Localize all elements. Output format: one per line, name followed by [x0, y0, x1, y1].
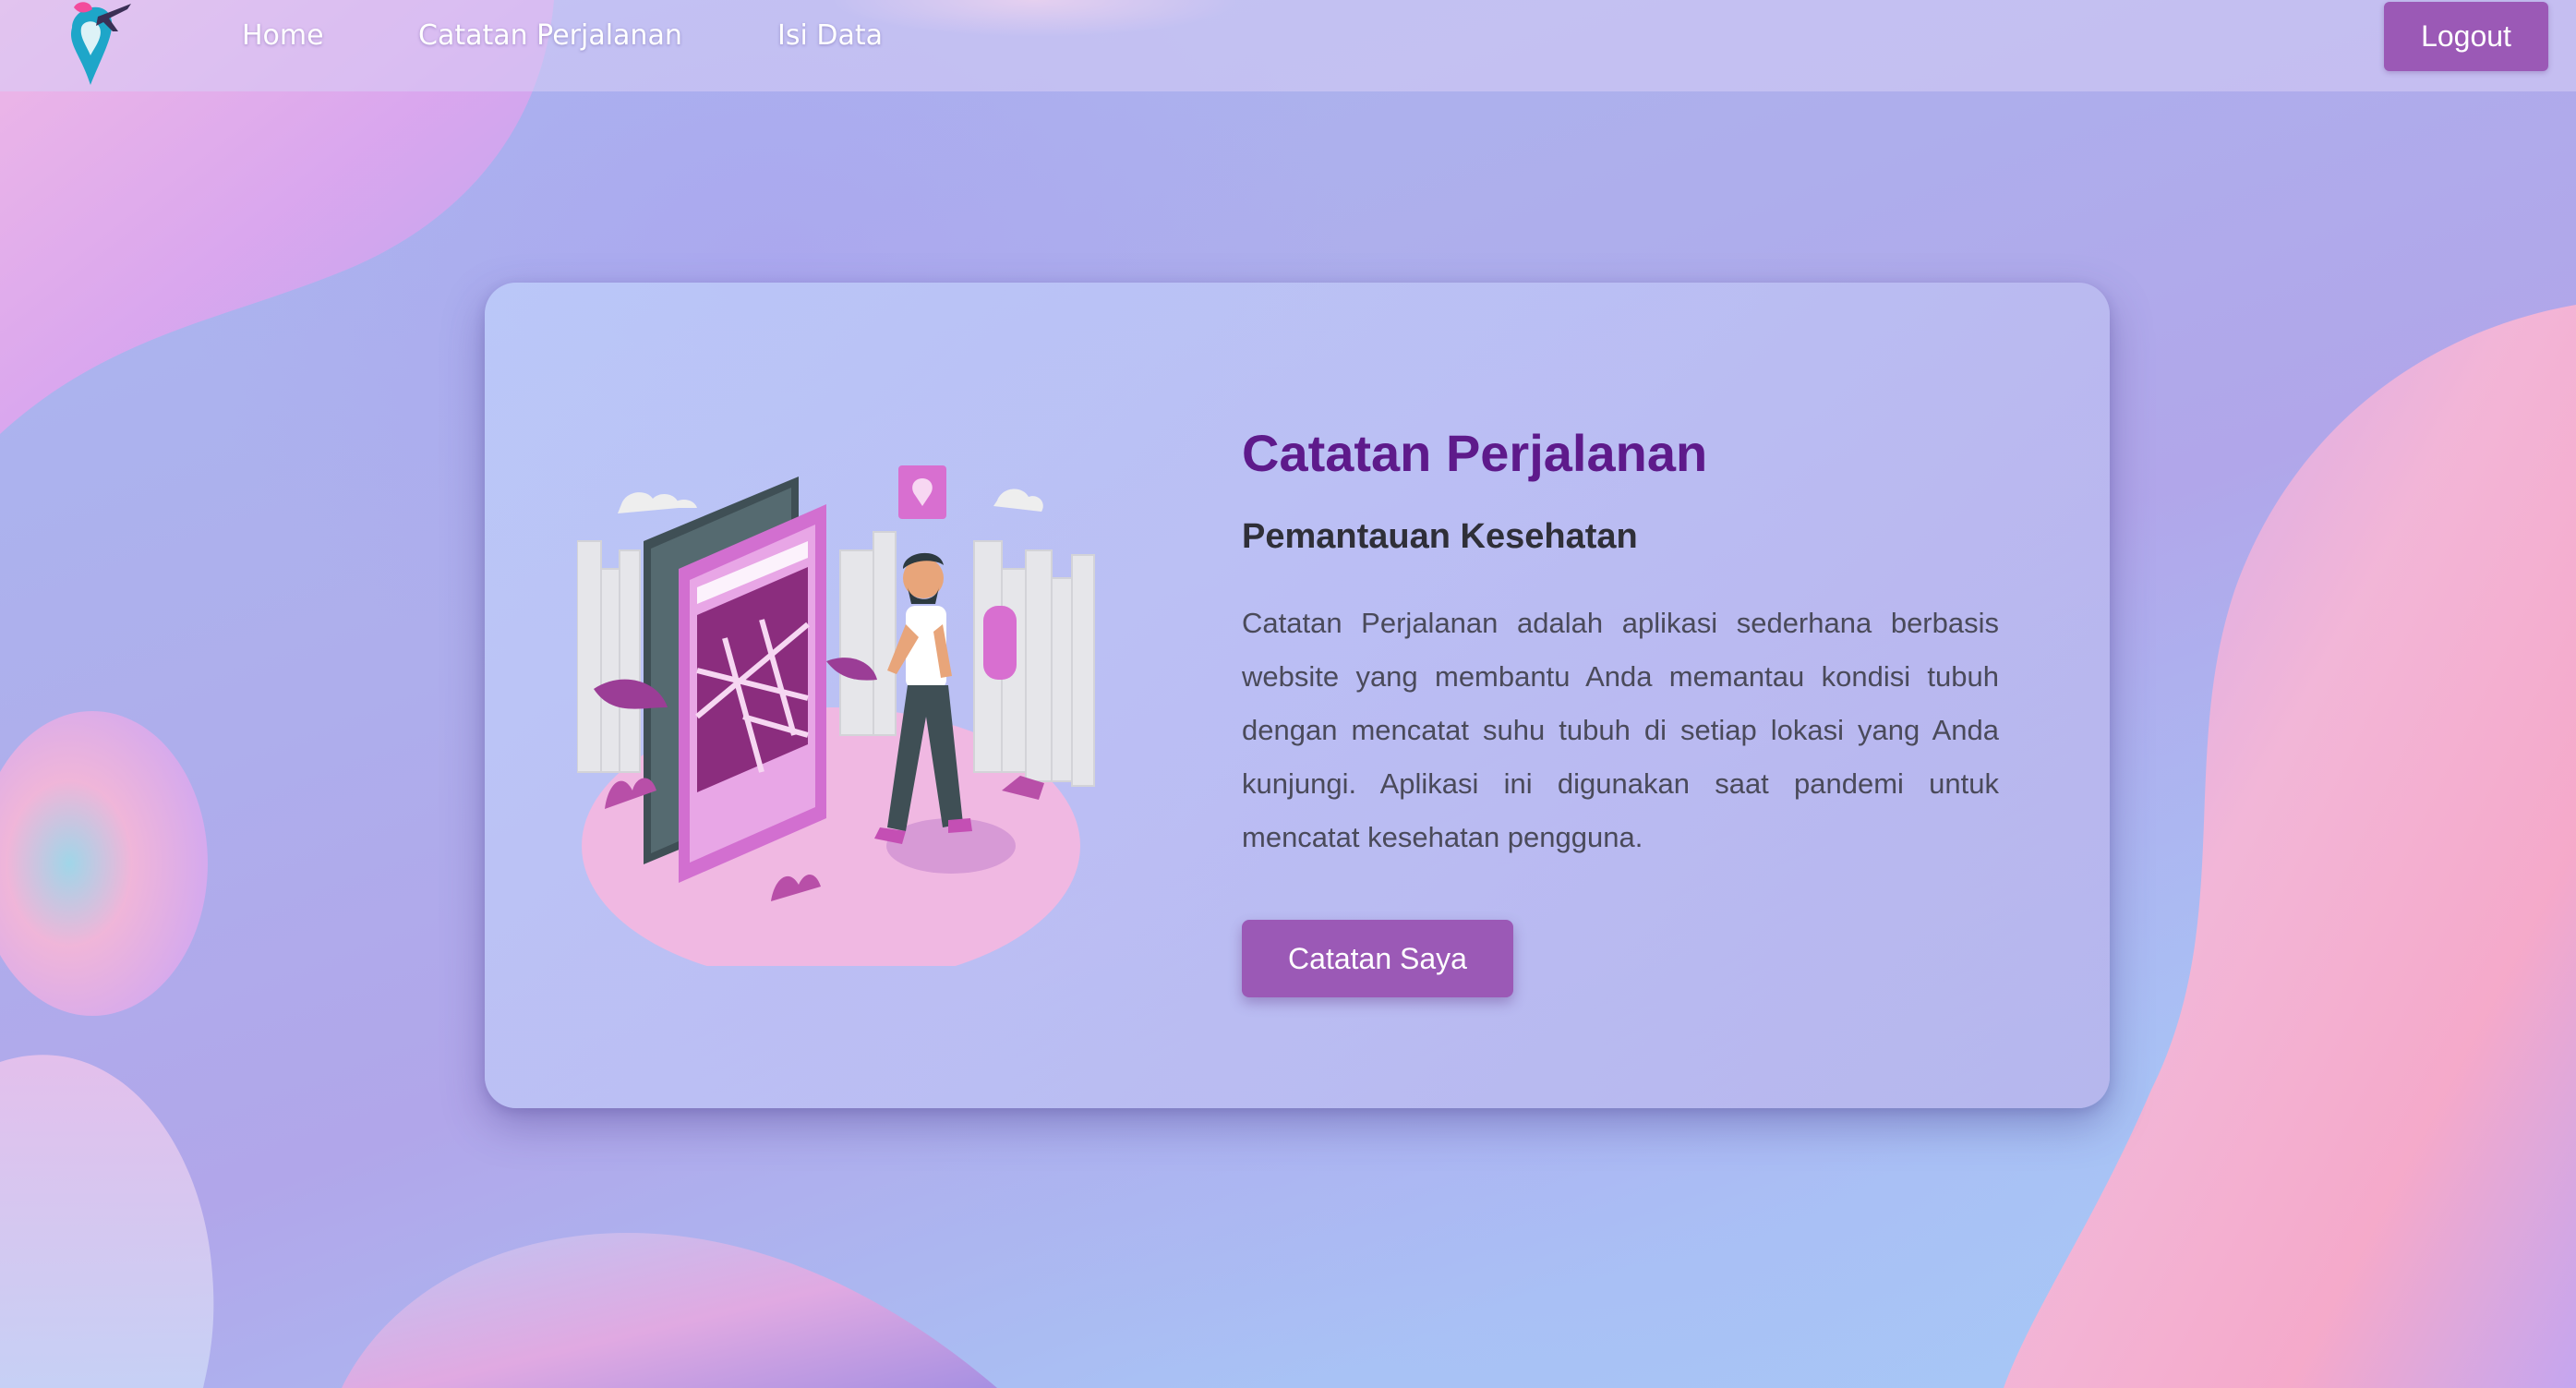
nav-link-isi-data[interactable]: Isi Data	[777, 17, 883, 55]
travel-pin-plane-icon[interactable]	[63, 0, 137, 89]
catatan-saya-button[interactable]: Catatan Saya	[1242, 920, 1513, 997]
traveler-map-phone-illustration	[577, 465, 1095, 966]
navbar: Home Catatan Perjalanan Isi Data Logout	[0, 0, 2576, 91]
page-background: Home Catatan Perjalanan Isi Data Logout	[0, 0, 2576, 1388]
logout-button[interactable]: Logout	[2384, 2, 2548, 71]
page-title: Catatan Perjalanan	[1242, 424, 1708, 482]
nav-link-catatan-perjalanan[interactable]: Catatan Perjalanan	[418, 17, 682, 55]
hero-card: Catatan Perjalanan Pemantauan Kesehatan …	[485, 283, 2110, 1108]
nav-link-home[interactable]: Home	[242, 17, 324, 55]
page-subtitle: Pemantauan Kesehatan	[1242, 517, 1638, 556]
description-text: Catatan Perjalanan adalah aplikasi seder…	[1242, 607, 1999, 853]
